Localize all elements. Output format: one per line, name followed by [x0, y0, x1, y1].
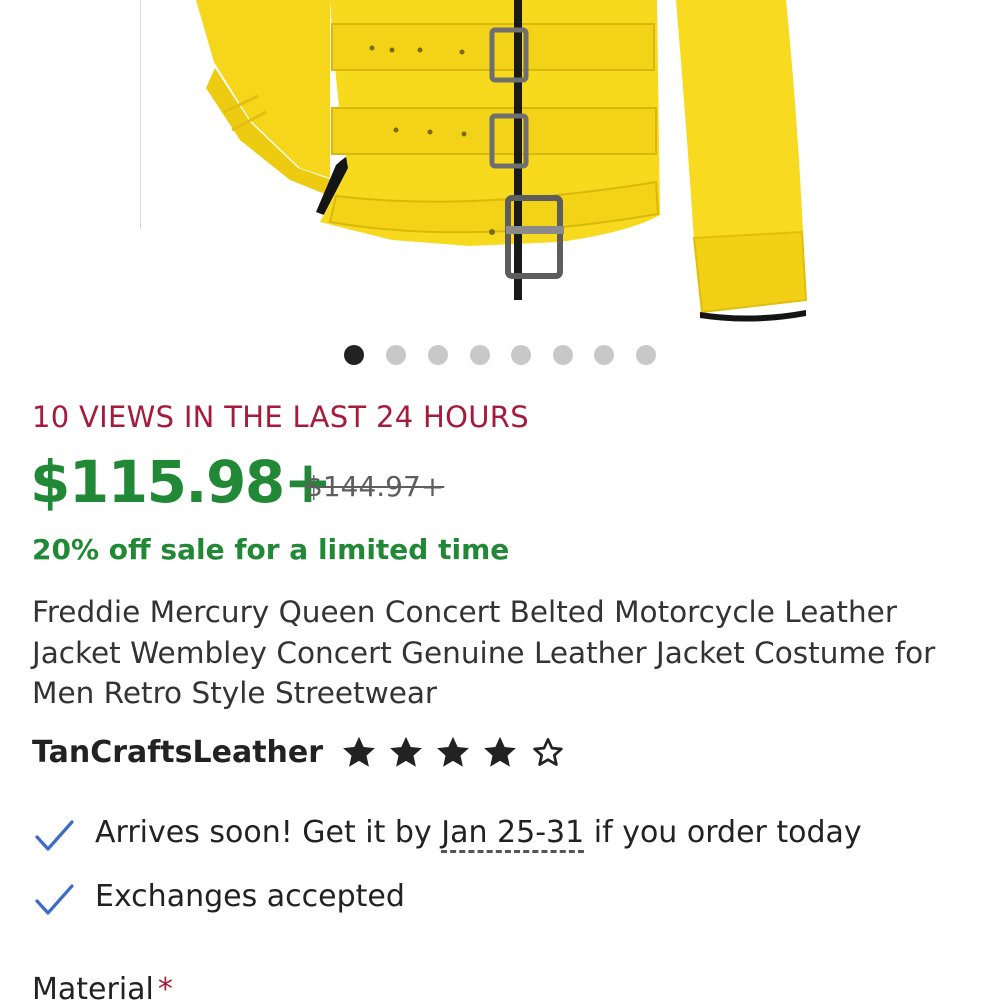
carousel-pagination [0, 344, 999, 368]
checkmark-icon [35, 820, 74, 851]
checkmark-icon [35, 884, 74, 915]
carousel-dot-5[interactable] [511, 345, 531, 365]
shop-rating[interactable] [340, 734, 570, 770]
carousel-dot-7[interactable] [594, 345, 614, 365]
carousel-dot-6[interactable] [553, 345, 573, 365]
star-filled-icon [437, 736, 470, 767]
star-outline-icon [532, 738, 563, 766]
views-notice: 10 VIEWS IN THE LAST 24 HOURS [32, 400, 529, 434]
carousel-dot-4[interactable] [470, 345, 490, 365]
listing-page: 10 VIEWS IN THE LAST 24 HOURS $115.98+ $… [0, 0, 999, 1000]
star-filled-icon [343, 736, 376, 767]
required-marker: * [157, 972, 173, 1000]
listing-title: Freddie Mercury Queen Concert Belted Mot… [32, 595, 936, 710]
shop-row: TanCraftsLeather [32, 734, 571, 778]
product-image[interactable] [0, 0, 999, 330]
image-carousel[interactable] [0, 0, 999, 330]
carousel-dot-1[interactable] [344, 345, 364, 365]
material-label: Material * [32, 972, 173, 1000]
delivery-text: Arrives soon! Get it by Jan 25-31 if you… [95, 815, 862, 850]
delivery-prefix: Arrives soon! Get it by [95, 815, 442, 850]
delivery-dates-link[interactable]: Jan 25-31 [441, 815, 584, 850]
delivery-suffix: if you order today [584, 815, 862, 850]
original-price: $144.97+ [305, 470, 445, 503]
carousel-dot-8[interactable] [636, 345, 656, 365]
sale-price: $115.98+ [30, 448, 332, 516]
star-filled-icon [390, 736, 423, 767]
shop-name-link[interactable]: TanCraftsLeather [32, 735, 323, 770]
sale-notice: 20% off sale for a limited time [32, 533, 510, 566]
carousel-dot-3[interactable] [428, 345, 448, 365]
carousel-dot-2[interactable] [386, 345, 406, 365]
material-label-text: Material [32, 972, 154, 1000]
star-filled-icon [484, 736, 517, 767]
exchanges-text: Exchanges accepted [95, 879, 405, 914]
